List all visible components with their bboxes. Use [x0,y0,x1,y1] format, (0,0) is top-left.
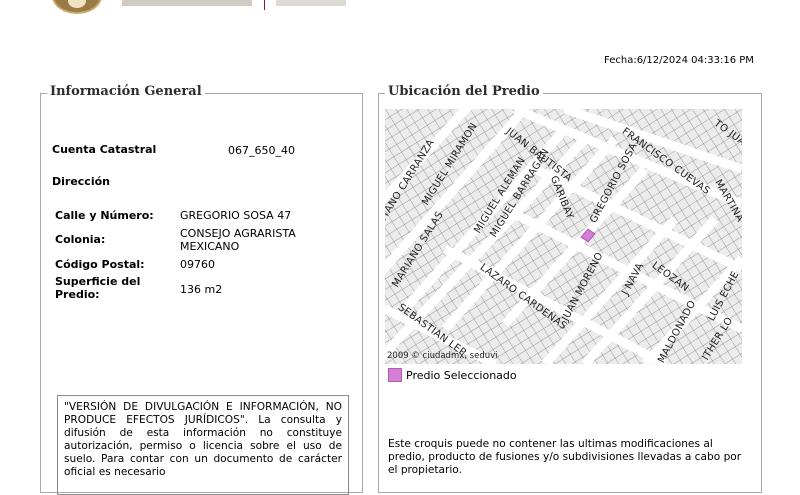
cadastral-map[interactable]: STANO CARRANZA MIGUEL MIRAMON JUAN BAUTI… [385,109,742,364]
selected-parcel-swatch [388,368,402,382]
logo-wordmark-secondary [276,0,346,6]
selected-parcel-legend: Predio Seleccionado [406,369,517,382]
calle-label: Calle y Número: [55,209,154,222]
codigo-postal-label: Código Postal: [55,258,145,271]
location-title: Ubicación del Predio [385,84,543,99]
codigo-postal-value: 09760 [180,258,215,271]
government-seal-logo [52,0,102,14]
cuenta-catastral-value: 067_650_40 [228,144,295,157]
map-copyright: 2009 © ciudadmx, seduvi [387,351,498,361]
print-date: Fecha:6/12/2024 04:33:16 PM [604,55,754,66]
general-info-title: Información General [47,84,205,99]
direccion-label: Dirección [52,175,110,188]
colonia-value: CONSEJO AGRARISTA MEXICANO [180,227,296,253]
calle-value: GREGORIO SOSA 47 [180,209,292,222]
map-disclaimer: Este croquis puede no contener las ultim… [388,438,742,476]
colonia-label: Colonia: [55,233,106,246]
logo-wordmark [122,0,252,6]
legal-notice: "VERSIÓN DE DIVULGACIÓN E INFORMACIÓN, N… [57,395,349,495]
logo-divider [264,0,265,10]
superficie-value: 136 m2 [180,283,223,296]
cuenta-catastral-label: Cuenta Catastral [52,143,157,156]
superficie-label: Superficie del Predio: [55,275,141,301]
